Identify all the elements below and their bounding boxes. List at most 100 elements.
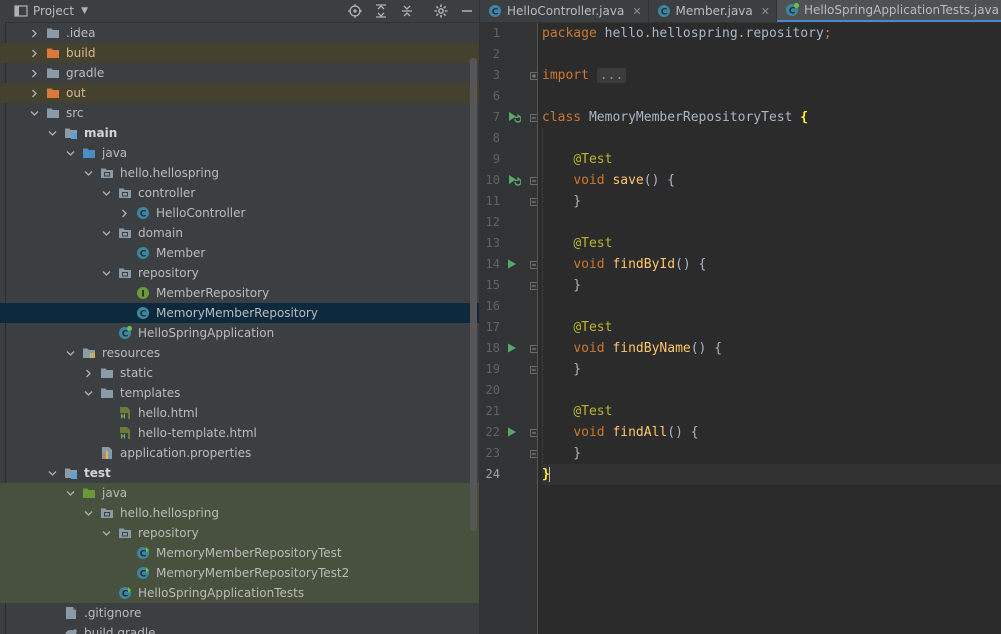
annotation-token: @Test [573,320,613,335]
tree-item-label: java [102,486,128,500]
tree-item[interactable]: C HelloSpringApplication [0,323,479,343]
expand-all-icon[interactable] [372,2,390,20]
tree-item[interactable]: C MemoryMemberRepositoryTest2 [0,563,479,583]
tree-item[interactable]: C HelloSpringApplicationTests [0,583,479,603]
project-view-selector[interactable]: Project ▼ [14,0,88,22]
folded-imports[interactable]: ... [596,68,627,83]
tree-item[interactable]: java [0,143,479,163]
tree-item[interactable]: resources [0,343,479,363]
chevron-down-icon[interactable] [100,223,112,243]
tree-item[interactable]: repository [0,263,479,283]
tree-item[interactable]: application.properties [0,443,479,463]
code-line[interactable]: } [542,464,1001,485]
tree-item[interactable]: C HelloController [0,203,479,223]
chevron-right-icon[interactable] [118,203,130,223]
hide-panel-icon[interactable] [458,2,476,20]
text-caret [548,467,550,482]
project-tree[interactable]: .idea build gradle out src main java hello.hell… [0,23,479,634]
editor-tab[interactable]: C Member.java ✕ [649,0,777,22]
chevron-down-icon[interactable] [82,163,94,183]
code-line[interactable]: import ... [542,65,627,86]
run-test-icon[interactable] [507,338,517,359]
folder-icon [100,386,114,400]
tree-item[interactable]: static [0,363,479,383]
tree-item[interactable]: C MemoryMemberRepositoryTest [0,543,479,563]
folder-icon [46,106,60,120]
code-line[interactable]: void save() { [542,170,675,191]
tree-item[interactable]: main [0,123,479,143]
tree-item[interactable]: src [0,103,479,123]
tree-item[interactable]: C MemoryMemberRepository [0,303,479,323]
tree-item[interactable]: repository [0,523,479,543]
gear-icon[interactable] [432,2,450,20]
code-line[interactable]: @Test [542,317,612,338]
code-line[interactable]: void findByName() { [542,338,722,359]
code-line[interactable]: } [542,359,581,380]
collapse-all-icon[interactable] [398,2,416,20]
method-name-token: save [612,173,644,188]
code-line[interactable]: class MemoryMemberRepositoryTest { [542,107,808,128]
chevron-down-icon[interactable] [46,463,58,483]
tree-item[interactable]: java [0,483,479,503]
tree-item[interactable]: templates [0,383,479,403]
tree-item[interactable]: .idea [0,23,479,43]
chevron-down-icon[interactable]: ▼ [81,0,88,22]
close-icon[interactable]: ✕ [761,5,770,18]
run-tests-icon[interactable] [507,107,522,128]
code-line[interactable]: } [542,191,581,212]
tree-item-label: main [84,126,118,140]
tree-item[interactable]: .gitignore [0,603,479,623]
editor-tab[interactable]: C HelloController.java ✕ [480,0,649,22]
tree-item[interactable]: build.gradle [0,623,479,634]
keyword-token: void [573,173,613,188]
chevron-down-icon[interactable] [100,183,112,203]
run-test-icon[interactable] [507,254,517,275]
close-icon[interactable]: ✕ [632,5,641,18]
code-line[interactable]: @Test [542,233,612,254]
code-line[interactable]: } [542,443,581,464]
tree-item[interactable]: I MemberRepository [0,283,479,303]
tree-item-label: .gitignore [84,606,142,620]
chevron-right-icon[interactable] [28,83,40,103]
editor-tab[interactable]: C HelloSpringApplicationTests.java [776,0,1001,22]
code-line[interactable]: package hello.hellospring.repository; [542,23,832,44]
tree-item[interactable]: controller [0,183,479,203]
code-token: () { [667,425,699,440]
chevron-right-icon[interactable] [82,363,94,383]
code-line[interactable]: @Test [542,401,612,422]
locate-file-icon[interactable] [346,2,364,20]
chevron-right-icon[interactable] [28,63,40,83]
code-line[interactable]: @Test [542,149,612,170]
editor-gutter[interactable]: 1 2 3 6 7 8 9 10 11 12 13 14 15 16 17 18 19 20 21 22 23 24 [480,23,538,634]
chevron-down-icon[interactable] [28,103,40,123]
svg-text:C: C [140,550,147,560]
run-test-icon[interactable] [507,422,517,443]
code-line[interactable]: } [542,275,581,296]
tree-item[interactable]: gradle [0,63,479,83]
chevron-down-icon[interactable] [100,523,112,543]
chevron-down-icon[interactable] [64,343,76,363]
tree-item-label: application.properties [120,446,252,460]
code-line[interactable]: void findAll() { [542,422,699,443]
tree-item[interactable]: hello.hellospring [0,163,479,183]
tree-item[interactable]: domain [0,223,479,243]
tree-item[interactable]: test [0,463,479,483]
chevron-right-icon[interactable] [28,23,40,43]
chevron-down-icon[interactable] [64,143,76,163]
chevron-down-icon[interactable] [46,123,58,143]
code-line[interactable]: void findById() { [542,254,706,275]
run-tests-icon[interactable] [507,170,522,191]
tree-item[interactable]: out [0,83,479,103]
project-tree-scrollbar[interactable] [470,58,477,531]
chevron-down-icon[interactable] [64,483,76,503]
chevron-down-icon[interactable] [100,263,112,283]
chevron-down-icon[interactable] [82,503,94,523]
tree-item[interactable]: build [0,43,479,63]
chevron-right-icon[interactable] [28,43,40,63]
tree-item[interactable]: hello.hellospring [0,503,479,523]
chevron-down-icon[interactable] [82,383,94,403]
tree-item[interactable]: C Member [0,243,479,263]
tree-item[interactable]: Hhello.html [0,403,479,423]
gradle-file-icon [64,626,78,634]
tree-item[interactable]: Hhello-template.html [0,423,479,443]
